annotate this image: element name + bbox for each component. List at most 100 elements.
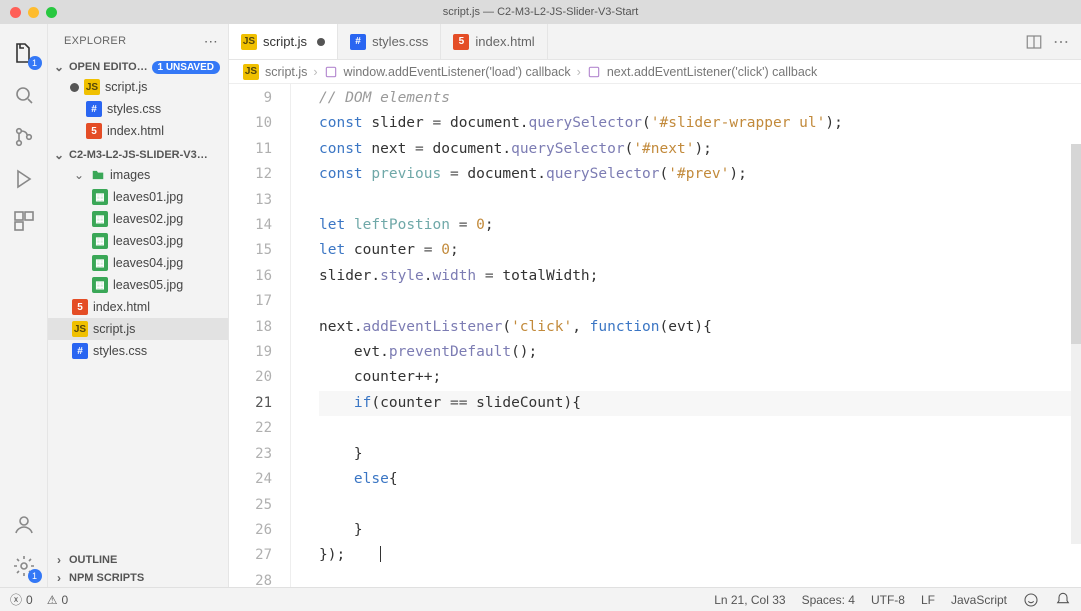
- split-editor-icon[interactable]: [1025, 33, 1043, 51]
- open-editor-item[interactable]: 5 index.html: [48, 120, 228, 142]
- file-name-label: index.html: [107, 124, 164, 138]
- editor-tab[interactable]: JS script.js: [229, 24, 338, 59]
- file-name-label: leaves03.jpg: [113, 234, 183, 248]
- tab-label: index.html: [475, 34, 534, 49]
- warnings-count[interactable]: 0: [61, 593, 68, 607]
- explorer-activity-icon[interactable]: 1: [0, 32, 48, 74]
- file-tree-item[interactable]: ▦ leaves04.jpg: [48, 252, 228, 274]
- more-icon[interactable]: ⋯: [204, 33, 218, 50]
- code-editor[interactable]: 910111213141516171819202122232425262728 …: [229, 84, 1081, 587]
- folder-images[interactable]: ⌄ images: [48, 164, 228, 186]
- file-name-label: styles.css: [107, 102, 161, 116]
- settings-badge: 1: [28, 569, 42, 583]
- status-language[interactable]: JavaScript: [951, 593, 1007, 607]
- outline-section[interactable]: › OUTLINE: [48, 551, 228, 569]
- js-file-icon: JS: [84, 79, 100, 95]
- extensions-activity-icon[interactable]: [0, 200, 48, 242]
- img-file-icon: ▦: [92, 255, 108, 271]
- folder-icon: [91, 167, 105, 183]
- open-editors-section[interactable]: ⌄ OPEN EDITO… 1 UNSAVED: [48, 58, 228, 76]
- file-tree-item[interactable]: ▦ leaves03.jpg: [48, 230, 228, 252]
- line-number-gutter: 910111213141516171819202122232425262728: [229, 84, 291, 587]
- file-name-label: styles.css: [93, 344, 147, 358]
- folder-label: images: [110, 168, 150, 182]
- open-editors-label: OPEN EDITO…: [69, 61, 148, 73]
- editor-tab[interactable]: 5 index.html: [441, 24, 547, 59]
- outline-label: OUTLINE: [69, 554, 117, 566]
- html-file-icon: 5: [72, 299, 88, 315]
- sidebar-title: EXPLORER: [64, 35, 126, 47]
- npm-label: NPM SCRIPTS: [69, 572, 144, 584]
- code-content[interactable]: // DOM elementsconst slider = document.q…: [291, 84, 1081, 587]
- npm-scripts-section[interactable]: › NPM SCRIPTS: [48, 569, 228, 587]
- status-encoding[interactable]: UTF-8: [871, 593, 905, 607]
- file-tree-item[interactable]: JSscript.js: [48, 318, 228, 340]
- minimap-thumb[interactable]: [1071, 144, 1081, 344]
- file-tree-item[interactable]: ▦ leaves02.jpg: [48, 208, 228, 230]
- method-icon: [587, 65, 601, 79]
- editor-tabs: JS script.js # styles.css 5 index.html ⋯: [229, 24, 1081, 60]
- file-name-label: index.html: [93, 300, 150, 314]
- breadcrumb-symbol-2[interactable]: next.addEventListener('click') callback: [607, 65, 817, 79]
- editor-tab[interactable]: # styles.css: [338, 24, 441, 59]
- status-spaces[interactable]: Spaces: 4: [802, 593, 855, 607]
- sidebar-header: EXPLORER ⋯: [48, 24, 228, 58]
- file-name-label: leaves04.jpg: [113, 256, 183, 270]
- file-name-label: leaves02.jpg: [113, 212, 183, 226]
- img-file-icon: ▦: [92, 277, 108, 293]
- errors-count[interactable]: 0: [26, 593, 33, 607]
- unsaved-badge: 1 UNSAVED: [152, 61, 221, 74]
- open-editor-item[interactable]: JS script.js: [48, 76, 228, 98]
- css-file-icon: #: [350, 34, 366, 50]
- js-file-icon: JS: [243, 64, 259, 80]
- img-file-icon: ▦: [92, 211, 108, 227]
- tab-label: script.js: [263, 34, 307, 49]
- file-name-label: script.js: [93, 322, 135, 336]
- file-tree-item[interactable]: # styles.css: [48, 340, 228, 362]
- project-section[interactable]: ⌄ C2-M3-L2-JS-SLIDER-V3…: [48, 146, 228, 164]
- file-name-label: leaves05.jpg: [113, 278, 183, 292]
- activity-bar: 1 1: [0, 24, 48, 587]
- file-tree-item[interactable]: ▦ leaves05.jpg: [48, 274, 228, 296]
- file-name-label: script.js: [105, 80, 147, 94]
- css-file-icon: #: [86, 101, 102, 117]
- breadcrumb-symbol-1[interactable]: window.addEventListener('load') callback: [344, 65, 571, 79]
- dirty-dot-icon: [70, 83, 79, 92]
- titlebar: script.js — C2-M3-L2-JS-Slider-V3-Start: [0, 0, 1081, 24]
- settings-activity-icon[interactable]: 1: [0, 545, 48, 587]
- account-activity-icon[interactable]: [0, 503, 48, 545]
- html-file-icon: 5: [86, 123, 102, 139]
- file-tree-item[interactable]: 5 index.html: [48, 296, 228, 318]
- project-label: C2-M3-L2-JS-SLIDER-V3…: [69, 149, 208, 161]
- source-control-activity-icon[interactable]: [0, 116, 48, 158]
- breadcrumb-file[interactable]: script.js: [265, 65, 307, 79]
- chevron-right-icon: ›: [52, 553, 66, 567]
- dirty-dot-icon: [317, 38, 325, 46]
- img-file-icon: ▦: [92, 233, 108, 249]
- more-actions-icon[interactable]: ⋯: [1053, 32, 1069, 52]
- chevron-down-icon: ⌄: [52, 148, 66, 162]
- errors-icon[interactable]: ⓧ: [10, 591, 22, 608]
- status-ln-col[interactable]: Ln 21, Col 33: [714, 593, 785, 607]
- open-editor-item[interactable]: # styles.css: [48, 98, 228, 120]
- feedback-icon[interactable]: [1023, 592, 1039, 608]
- js-file-icon: JS: [241, 34, 257, 50]
- run-activity-icon[interactable]: [0, 158, 48, 200]
- method-icon: [324, 65, 338, 79]
- img-file-icon: ▦: [92, 189, 108, 205]
- window-title: script.js — C2-M3-L2-JS-Slider-V3-Start: [0, 6, 1081, 18]
- status-bar: ⓧ 0 ⚠ 0 Ln 21, Col 33 Spaces: 4 UTF-8 LF…: [0, 587, 1081, 611]
- file-tree-item[interactable]: ▦ leaves01.jpg: [48, 186, 228, 208]
- html-file-icon: 5: [453, 34, 469, 50]
- status-eol[interactable]: LF: [921, 593, 935, 607]
- search-activity-icon[interactable]: [0, 74, 48, 116]
- notifications-icon[interactable]: [1055, 592, 1071, 608]
- breadcrumbs[interactable]: JS script.js › window.addEventListener('…: [229, 60, 1081, 84]
- tab-label: styles.css: [372, 34, 428, 49]
- explorer-badge: 1: [28, 56, 42, 70]
- file-name-label: leaves01.jpg: [113, 190, 183, 204]
- chevron-down-icon: ⌄: [72, 168, 86, 182]
- chevron-right-icon: ›: [577, 65, 581, 79]
- warnings-icon[interactable]: ⚠: [47, 593, 58, 607]
- css-file-icon: #: [72, 343, 88, 359]
